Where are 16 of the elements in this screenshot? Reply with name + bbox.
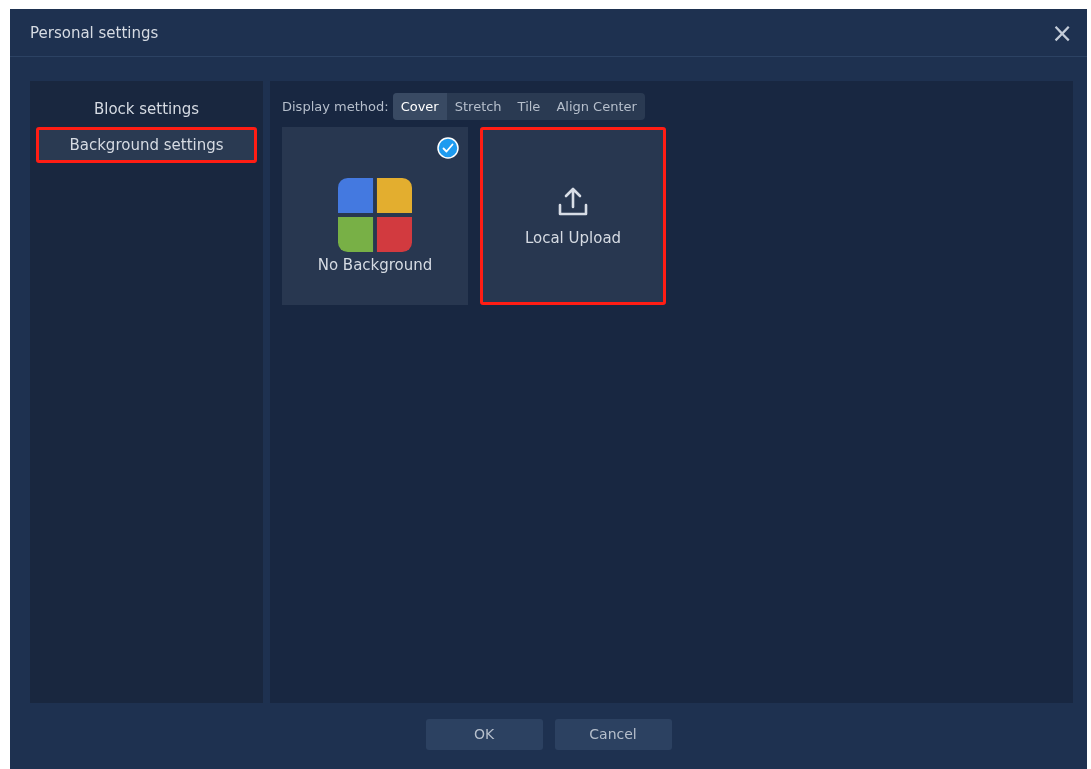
dialog-button[interactable]: OK — [425, 718, 543, 750]
display-method-option[interactable]: Tile — [509, 93, 549, 120]
background-tile[interactable]: No Background — [282, 127, 468, 305]
display-method-option[interactable]: Align Center — [548, 93, 645, 120]
display-method-label: Display method: — [282, 99, 389, 114]
tile-label: No Background — [317, 256, 433, 274]
close-button[interactable]: × — [1051, 19, 1073, 46]
color-grid-icon — [338, 178, 412, 252]
sidebar-item[interactable]: Block settings — [36, 91, 257, 127]
window-title: Personal settings — [30, 23, 159, 42]
display-method-option[interactable]: Stretch — [446, 93, 510, 120]
tile-label: Local Upload — [524, 229, 622, 247]
background-tile[interactable]: Local Upload — [480, 127, 666, 305]
sidebar-item[interactable]: Background settings — [36, 127, 257, 163]
display-method-option[interactable]: Cover — [392, 93, 447, 120]
dialog-button[interactable]: Cancel — [554, 718, 672, 750]
